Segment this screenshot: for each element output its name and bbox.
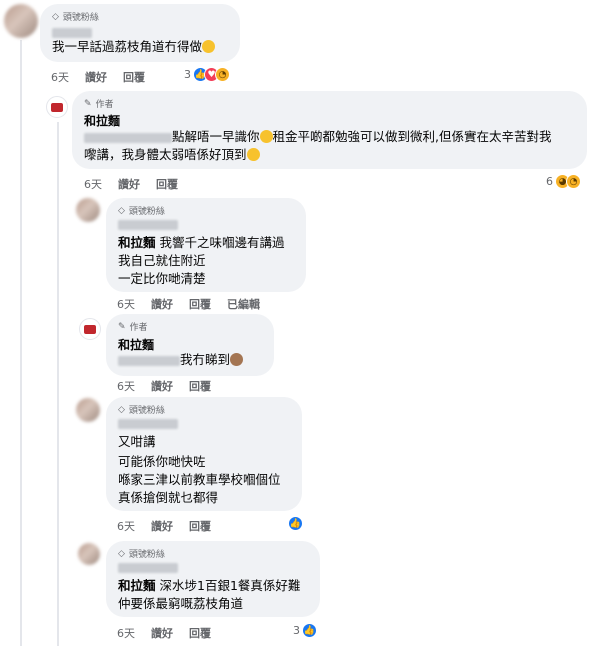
reactions-summary[interactable]: 6 ◕ ◔ [546, 174, 581, 189]
reply-button[interactable]: 回覆 [189, 518, 211, 534]
diamond-icon: ◇ [118, 205, 125, 216]
top-fan-badge: ◇ 頭號粉絲 [118, 404, 165, 417]
reply-button[interactable]: 回覆 [189, 296, 211, 312]
top-fan-badge: ◇ 頭號粉絲 [118, 548, 165, 561]
comment-bubble: ◇ 頭號粉絲 和拉麵 我響千之味嗰邊有講過 我自己就住附近 一定比你哋清楚 [106, 198, 306, 292]
diamond-icon: ◇ [118, 404, 125, 415]
redacted-name [52, 28, 92, 38]
comment-text: 我冇睇到 [180, 351, 244, 369]
comment-actions: 6天 讚好 回覆 [84, 176, 178, 192]
like-icon: 👍 [288, 516, 303, 531]
sad-icon: ◔ [566, 174, 581, 189]
reply-button[interactable]: 回覆 [123, 69, 145, 85]
pencil-icon: ✎ [84, 98, 92, 109]
comment-text: 真係搶倒就乜都得 [118, 490, 219, 505]
comment-text: 我一早話過荔枝角道冇得做 [52, 38, 216, 56]
like-button[interactable]: 讚好 [151, 378, 173, 394]
timestamp[interactable]: 6天 [84, 176, 102, 192]
sad-emoji-icon [259, 130, 273, 143]
page-avatar[interactable] [46, 96, 68, 118]
commenter-name[interactable]: 和拉麵 [84, 112, 120, 129]
comment-actions: 6天 讚好 回覆 已編輯 [117, 296, 260, 312]
diamond-icon: ◇ [52, 11, 59, 22]
thread-line [20, 40, 22, 646]
redacted-name [118, 220, 178, 230]
thread-line [57, 122, 59, 646]
like-button[interactable]: 讚好 [118, 176, 140, 192]
edited-label: 已編輯 [227, 298, 260, 311]
author-badge: ✎ 作者 [84, 98, 114, 111]
top-fan-badge: ◇ 頭號粉絲 [52, 11, 99, 24]
comment-actions: 6天 讚好 回覆 [117, 518, 211, 534]
comment-bubble: ◇ 頭號粉絲 又咁講 可能係你哋快咗 喺家三津以前教車學校嗰個位 真係搶倒就乜都… [106, 397, 302, 511]
timestamp[interactable]: 6天 [117, 518, 135, 534]
redacted-name [118, 419, 178, 429]
comment-bubble: ◇ 頭號粉絲 我一早話過荔枝角道冇得做 [40, 4, 240, 62]
comment-bubble: ✎ 作者 和拉麵 我冇睇到 [106, 314, 274, 376]
comment-actions: 6天 讚好 回覆 [117, 378, 211, 394]
comment-text: 點解唔一早識你 租金平啲都勉強可以做到微利,但係實在太辛苦對我 [172, 129, 552, 144]
comment-text: 又咁講 [118, 434, 156, 449]
like-button[interactable]: 讚好 [85, 69, 107, 85]
avatar[interactable] [4, 4, 38, 38]
comment-actions: 6天 讚好 回覆 [117, 625, 211, 641]
like-button[interactable]: 讚好 [151, 518, 173, 534]
like-button[interactable]: 讚好 [151, 296, 173, 312]
reactions-summary[interactable]: 👍 [286, 516, 303, 531]
commenter-name[interactable]: 和拉麵 [118, 336, 154, 353]
timestamp[interactable]: 6天 [117, 296, 135, 312]
comment-actions: 6天 讚好 回覆 [51, 69, 145, 85]
redacted-mention [118, 356, 180, 366]
redacted-name [118, 563, 178, 573]
reply-button[interactable]: 回覆 [189, 625, 211, 641]
author-badge: ✎ 作者 [118, 321, 148, 334]
comment-text: 嚟講，我身體太弱唔係好頂到 [84, 146, 260, 164]
comment-bubble: ✎ 作者 和拉麵 點解唔一早識你 租金平啲都勉強可以做到微利,但係實在太辛苦對我 … [72, 91, 587, 169]
grinning-emoji-icon [246, 148, 260, 161]
redacted-mention [84, 133, 172, 143]
like-icon: 👍 [302, 623, 317, 638]
see-no-evil-monkey-icon [230, 353, 244, 366]
timestamp[interactable]: 6天 [117, 378, 135, 394]
comment-text: 仲要係最窮嘅荔枝角道 [118, 596, 244, 611]
page-avatar[interactable] [79, 318, 101, 340]
avatar[interactable] [76, 198, 100, 222]
grinning-emoji-icon [202, 40, 216, 53]
reactions-summary[interactable]: 3 👍 [293, 623, 317, 638]
reply-button[interactable]: 回覆 [156, 176, 178, 192]
top-fan-badge: ◇ 頭號粉絲 [118, 205, 165, 218]
timestamp[interactable]: 6天 [51, 69, 69, 85]
timestamp[interactable]: 6天 [117, 625, 135, 641]
sad-icon: ◔ [215, 67, 230, 82]
comment-text: 和拉麵 深水埗1百銀1餐真係好難 [118, 578, 301, 593]
like-button[interactable]: 讚好 [151, 625, 173, 641]
comment-text: 我自己就住附近 [118, 253, 206, 268]
diamond-icon: ◇ [118, 548, 125, 559]
reactions-summary[interactable]: 3 👍 ♥ ◔ [184, 67, 230, 82]
comment-bubble: ◇ 頭號粉絲 和拉麵 深水埗1百銀1餐真係好難 仲要係最窮嘅荔枝角道 [106, 541, 320, 617]
comment-text: 和拉麵 我響千之味嗰邊有講過 [118, 235, 285, 250]
comment-text: 可能係你哋快咗 [118, 454, 206, 469]
pencil-icon: ✎ [118, 321, 126, 332]
reply-button[interactable]: 回覆 [189, 378, 211, 394]
comment-text: 喺家三津以前教車學校嗰個位 [118, 472, 281, 487]
avatar[interactable] [76, 398, 100, 422]
comment-text: 一定比你哋清楚 [118, 271, 206, 286]
avatar[interactable] [78, 543, 100, 565]
